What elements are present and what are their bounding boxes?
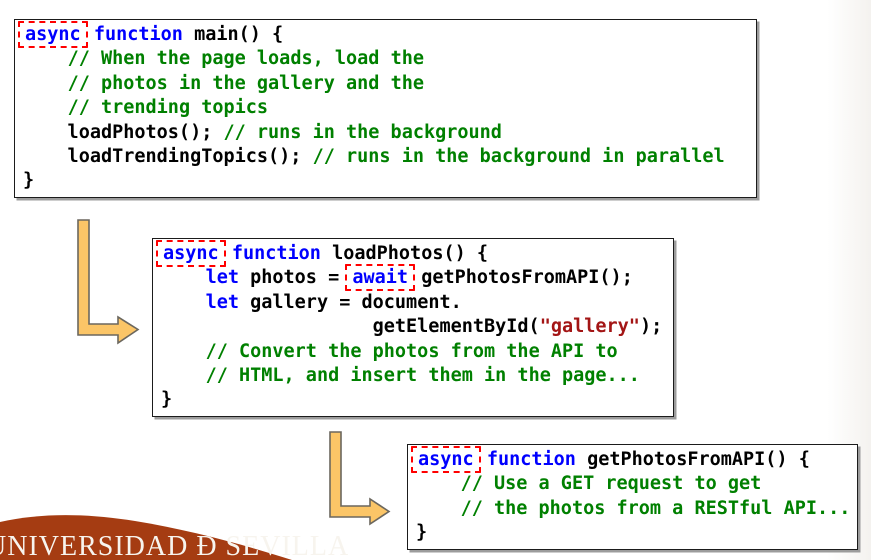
university-logo-text: UNIVERSIDAD Đ SEVILLA	[0, 531, 349, 560]
code-segment: // Convert the photos from the API to	[206, 341, 618, 362]
code-segment	[161, 365, 206, 386]
code-segment: gallery = document.	[239, 292, 462, 313]
code-segment	[221, 243, 232, 264]
code-segment: let	[206, 267, 239, 288]
code-line: // photos in the gallery and the	[23, 72, 756, 96]
code-segment: // Use a GET request to get	[461, 473, 762, 494]
code-segment	[161, 341, 206, 362]
code-line: // Convert the photos from the API to	[161, 340, 673, 364]
code-line: }	[416, 521, 857, 545]
code-segment	[161, 267, 206, 288]
code-segment: // trending topics	[68, 97, 268, 118]
code-segment	[23, 97, 68, 118]
code-line: loadPhotos(); // runs in the background	[23, 121, 756, 145]
code-segment	[83, 24, 94, 45]
code-line: async function main() {	[23, 23, 756, 47]
code-box-getphotosfromapi: async function getPhotosFromAPI() { // U…	[407, 444, 858, 550]
code-box-main: async function main() { // When the page…	[14, 19, 757, 198]
code-line: // the photos from a RESTful API...	[416, 497, 857, 521]
code-segment: );	[640, 316, 662, 337]
code-segment: // runs in the background in parallel	[313, 146, 725, 167]
code-segment: loadPhotos() {	[321, 243, 488, 264]
code-segment: getElementById(	[161, 316, 540, 337]
code-segment: function	[232, 243, 321, 264]
code-line: getElementById("gallery");	[161, 315, 673, 339]
code-segment: }	[23, 170, 34, 191]
code-line: async function loadPhotos() {	[161, 242, 673, 266]
code-segment: loadPhotos();	[23, 122, 223, 143]
code-segment: function	[487, 449, 576, 470]
code-segment: // runs in the background	[223, 122, 501, 143]
arrow-shape	[78, 220, 138, 343]
code-segment: let	[206, 292, 239, 313]
code-segment: }	[416, 522, 427, 543]
slide-canvas: async function main() { // When the page…	[0, 0, 871, 560]
code-segment: // the photos from a RESTful API...	[461, 498, 851, 519]
code-segment	[23, 48, 68, 69]
code-segment: main() {	[183, 24, 283, 45]
code-line: loadTrendingTopics(); // runs in the bac…	[23, 145, 756, 169]
code-segment: }	[161, 389, 172, 410]
code-segment	[161, 292, 206, 313]
code-line: // Use a GET request to get	[416, 472, 857, 496]
code-line: // When the page loads, load the	[23, 47, 756, 71]
code-segment: // photos in the gallery and the	[68, 73, 424, 94]
code-box-loadphotos: async function loadPhotos() { let photos…	[152, 238, 674, 417]
code-segment: photos =	[239, 267, 350, 288]
code-line: let gallery = document.	[161, 291, 673, 315]
highlighted-keyword: async	[156, 240, 226, 267]
code-line: // trending topics	[23, 96, 756, 120]
code-segment	[23, 73, 68, 94]
code-line: // HTML, and insert them in the page...	[161, 364, 673, 388]
code-segment: loadTrendingTopics();	[23, 146, 313, 167]
code-line: }	[23, 169, 756, 193]
code-line: let photos = await getPhotosFromAPI();	[161, 266, 673, 290]
code-segment: getPhotosFromAPI();	[410, 267, 633, 288]
highlighted-keyword: async	[18, 21, 88, 48]
highlighted-keyword: async	[411, 446, 481, 473]
code-line: }	[161, 388, 673, 412]
code-segment	[476, 449, 487, 470]
code-segment: // When the page loads, load the	[68, 48, 424, 69]
code-segment	[416, 498, 461, 519]
code-segment: function	[94, 24, 183, 45]
code-segment: "gallery"	[540, 316, 640, 337]
flow-arrow-main-to-loadphotos-icon	[72, 216, 142, 346]
highlighted-keyword: await	[345, 264, 415, 291]
code-segment	[416, 473, 461, 494]
flow-arrow-loadphotos-to-api-icon	[324, 428, 396, 530]
arrow-shape	[330, 432, 389, 524]
code-line: async function getPhotosFromAPI() {	[416, 448, 857, 472]
code-segment: // HTML, and insert them in the page...	[206, 365, 640, 386]
code-segment: getPhotosFromAPI() {	[576, 449, 810, 470]
